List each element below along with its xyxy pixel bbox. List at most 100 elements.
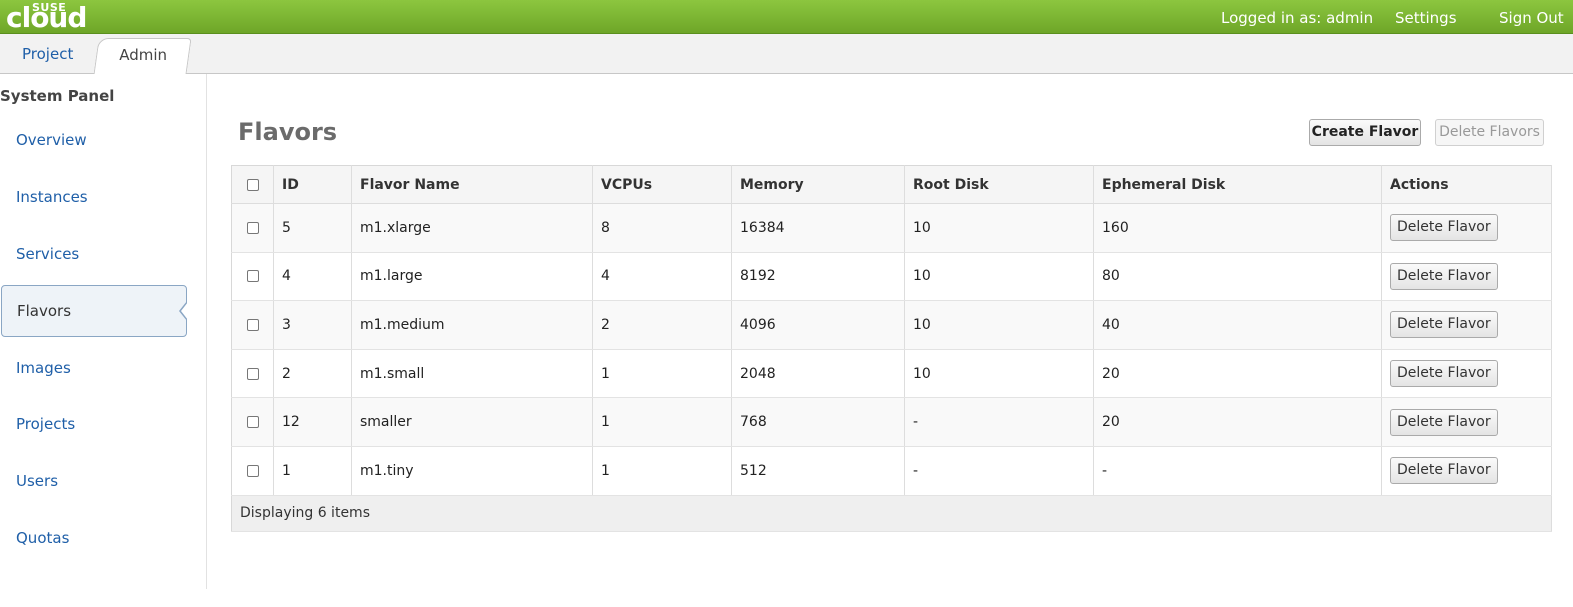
cell-vcpus: 1 — [592, 446, 732, 496]
cell-vcpus: 1 — [592, 349, 732, 399]
sidebar-item-flavors[interactable]: Flavors — [1, 285, 188, 337]
cell-memory: 4096 — [731, 300, 905, 350]
table-row: 12 smaller 1 768 - 20 Delete Flavor — [231, 397, 1552, 447]
row-select-cell — [231, 349, 274, 399]
cell-root-disk: 10 — [904, 349, 1094, 399]
delete-flavor-button[interactable]: Delete Flavor — [1390, 214, 1498, 242]
cell-actions: Delete Flavor — [1381, 446, 1552, 496]
table-footer-row: Displaying 6 items — [231, 494, 1552, 532]
tab-admin-label: Admin — [118, 46, 167, 64]
table-row: 4 m1.large 4 8192 10 80 Delete Flavor — [231, 252, 1552, 302]
cell-flavor-name: m1.xlarge — [351, 203, 593, 253]
column-header-root-disk[interactable]: Root Disk — [904, 165, 1094, 204]
row-select-cell — [231, 397, 274, 447]
row-checkbox[interactable] — [246, 221, 259, 234]
flavors-table: ID Flavor Name VCPUs Memory Root Disk Ep… — [231, 165, 1552, 532]
cell-actions: Delete Flavor — [1381, 349, 1552, 399]
row-checkbox[interactable] — [246, 270, 259, 283]
table-row: 2 m1.small 1 2048 10 20 Delete Flavor — [231, 349, 1552, 399]
cell-ephemeral-disk: - — [1093, 446, 1382, 496]
cell-id: 12 — [273, 397, 352, 447]
tab-project[interactable]: Project — [22, 34, 73, 74]
sidebar-item-quotas[interactable]: Quotas — [16, 529, 69, 547]
cell-id: 3 — [273, 300, 352, 350]
select-all-checkbox[interactable] — [246, 178, 259, 191]
cell-flavor-name: m1.medium — [351, 300, 593, 350]
cell-id: 4 — [273, 252, 352, 302]
cell-ephemeral-disk: 80 — [1093, 252, 1382, 302]
row-checkbox[interactable] — [246, 318, 259, 331]
cell-vcpus: 4 — [592, 252, 732, 302]
cell-ephemeral-disk: 20 — [1093, 349, 1382, 399]
logged-in-user: Logged in as: admin — [1221, 9, 1374, 27]
column-header-actions: Actions — [1381, 165, 1552, 204]
cell-root-disk: - — [904, 397, 1094, 447]
delete-flavors-button[interactable]: Delete Flavors — [1435, 119, 1544, 146]
column-header-flavor-name[interactable]: Flavor Name — [351, 165, 593, 204]
create-flavor-button[interactable]: Create Flavor — [1309, 119, 1421, 146]
row-checkbox[interactable] — [246, 416, 259, 429]
cell-ephemeral-disk: 20 — [1093, 397, 1382, 447]
cell-vcpus: 8 — [592, 203, 732, 253]
column-header-id[interactable]: ID — [273, 165, 352, 204]
cell-memory: 512 — [731, 446, 905, 496]
column-header-vcpus[interactable]: VCPUs — [592, 165, 732, 204]
table-row: 1 m1.tiny 1 512 - - Delete Flavor — [231, 446, 1552, 496]
suse-cloud-logo[interactable]: SUSE cloud — [6, 0, 96, 34]
sign-out-link[interactable]: Sign Out — [1499, 9, 1564, 27]
cell-id: 1 — [273, 446, 352, 496]
cell-vcpus: 1 — [592, 397, 732, 447]
delete-flavor-button[interactable]: Delete Flavor — [1390, 457, 1498, 485]
row-select-cell — [231, 203, 274, 253]
cell-flavor-name: m1.tiny — [351, 446, 593, 496]
column-header-memory[interactable]: Memory — [731, 165, 905, 204]
sidebar-item-overview[interactable]: Overview — [16, 131, 87, 149]
sidebar-item-projects[interactable]: Projects — [16, 415, 75, 433]
cell-actions: Delete Flavor — [1381, 203, 1552, 253]
cell-actions: Delete Flavor — [1381, 252, 1552, 302]
cell-vcpus: 2 — [592, 300, 732, 350]
cell-root-disk: 10 — [904, 203, 1094, 253]
row-checkbox[interactable] — [246, 464, 259, 477]
cell-actions: Delete Flavor — [1381, 397, 1552, 447]
select-all-cell — [231, 165, 274, 204]
logo-cloud-text: cloud — [6, 1, 87, 34]
cell-memory: 16384 — [731, 203, 905, 253]
top-bar: SUSE cloud Logged in as: admin Settings … — [0, 0, 1573, 34]
sidebar-item-instances[interactable]: Instances — [16, 188, 88, 206]
row-select-cell — [231, 446, 274, 496]
column-header-ephemeral-disk[interactable]: Ephemeral Disk — [1093, 165, 1382, 204]
table-row: 3 m1.medium 2 4096 10 40 Delete Flavor — [231, 300, 1552, 350]
cell-memory: 768 — [731, 397, 905, 447]
delete-flavor-button[interactable]: Delete Flavor — [1390, 408, 1498, 436]
cell-flavor-name: smaller — [351, 397, 593, 447]
cell-root-disk: 10 — [904, 252, 1094, 302]
cell-flavor-name: m1.large — [351, 252, 593, 302]
row-select-cell — [231, 252, 274, 302]
cell-ephemeral-disk: 40 — [1093, 300, 1382, 350]
delete-flavor-button[interactable]: Delete Flavor — [1390, 311, 1498, 339]
settings-link[interactable]: Settings — [1395, 9, 1457, 27]
cell-memory: 8192 — [731, 252, 905, 302]
dashboard-tabs: Project Admin — [0, 34, 1573, 75]
cell-memory: 2048 — [731, 349, 905, 399]
cell-id: 5 — [273, 203, 352, 253]
sidebar-title: System Panel — [0, 87, 115, 105]
sidebar-item-users[interactable]: Users — [16, 472, 58, 490]
sidebar-item-images[interactable]: Images — [16, 359, 71, 377]
cell-root-disk: - — [904, 446, 1094, 496]
cell-flavor-name: m1.small — [351, 349, 593, 399]
cell-root-disk: 10 — [904, 300, 1094, 350]
table-header-row: ID Flavor Name VCPUs Memory Root Disk Ep… — [231, 165, 1552, 204]
sidebar: System Panel Overview Instances Services… — [0, 74, 207, 589]
item-count: Displaying 6 items — [231, 494, 1552, 532]
cell-actions: Delete Flavor — [1381, 300, 1552, 350]
tab-admin[interactable]: Admin — [93, 38, 192, 75]
delete-flavor-button[interactable]: Delete Flavor — [1390, 262, 1498, 290]
row-checkbox[interactable] — [246, 367, 259, 380]
page-title: Flavors — [238, 118, 338, 146]
sidebar-item-services[interactable]: Services — [16, 245, 79, 263]
row-select-cell — [231, 300, 274, 350]
cell-ephemeral-disk: 160 — [1093, 203, 1382, 253]
delete-flavor-button[interactable]: Delete Flavor — [1390, 360, 1498, 388]
